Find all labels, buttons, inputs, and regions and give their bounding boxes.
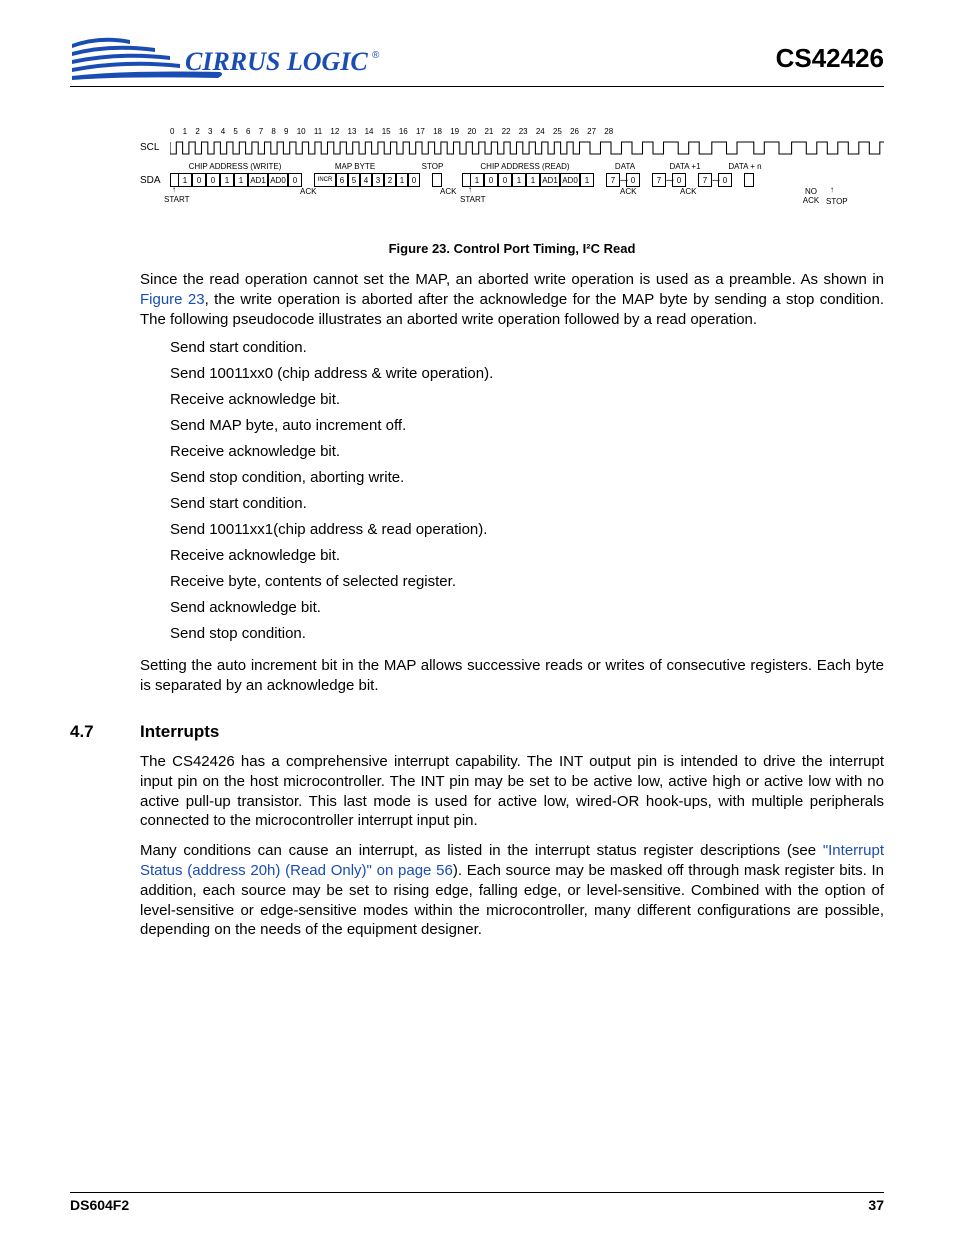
company-logo: CIRRUS LOGIC ® — [70, 30, 380, 86]
sda-label: SDA — [140, 175, 170, 186]
pseudo-step: Send 10011xx1(chip address & read operat… — [170, 521, 884, 538]
part-number: CS42426 — [776, 43, 884, 74]
section-heading: 4.7 Interrupts — [70, 722, 884, 742]
page-header: CIRRUS LOGIC ® CS42426 — [70, 30, 884, 87]
sda-section-labels: CHIP ADDRESS (WRITE) MAP BYTE STOP CHIP … — [170, 162, 884, 171]
svg-text:®: ® — [372, 50, 380, 61]
page-footer: DS604F2 37 — [70, 1192, 884, 1213]
page-number: 37 — [868, 1197, 884, 1213]
pseudo-step: Send stop condition, aborting write. — [170, 469, 884, 486]
scl-waveform — [170, 138, 884, 156]
pseudo-step: Send stop condition. — [170, 625, 884, 642]
paragraph-interrupts-2: Many conditions can cause an interrupt, … — [140, 841, 884, 940]
section-number: 4.7 — [70, 722, 140, 742]
scl-label: SCL — [140, 142, 170, 153]
clock-tick-numbers: 0 1 2 3 4 5 6 7 8 9 10 11 12 13 14 15 16… — [170, 127, 884, 136]
link-figure-23[interactable]: Figure 23 — [140, 291, 205, 308]
pseudo-step: Receive acknowledge bit. — [170, 547, 884, 564]
pseudo-step: Receive byte, contents of selected regis… — [170, 573, 884, 590]
pseudo-step: Send start condition. — [170, 339, 884, 356]
paragraph-autoincrement: Setting the auto increment bit in the MA… — [140, 656, 884, 696]
document-id: DS604F2 — [70, 1197, 129, 1213]
pseudo-step: Send start condition. — [170, 495, 884, 512]
pseudo-step: Receive acknowledge bit. — [170, 443, 884, 460]
sda-bottom-labels: START ↑ ACK ACK ↑ START ACK ACK NO ACK ↑… — [170, 187, 884, 209]
figure-23-timing-diagram: 0 1 2 3 4 5 6 7 8 9 10 11 12 13 14 15 16… — [140, 127, 884, 256]
pseudo-step: Send 10011xx0 (chip address & write oper… — [170, 365, 884, 382]
paragraph-interrupts-1: The CS42426 has a comprehensive interrup… — [140, 752, 884, 831]
pseudocode-list: Send start condition. Send 10011xx0 (chi… — [170, 339, 884, 642]
pseudo-step: Receive acknowledge bit. — [170, 391, 884, 408]
figure-caption: Figure 23. Control Port Timing, I²C Read — [140, 241, 884, 256]
pseudo-step: Send acknowledge bit. — [170, 599, 884, 616]
section-title: Interrupts — [140, 722, 219, 742]
pseudo-step: Send MAP byte, auto increment off. — [170, 417, 884, 434]
logo-text: CIRRUS LOGIC — [185, 47, 368, 76]
paragraph-read-preamble: Since the read operation cannot set the … — [140, 270, 884, 329]
sda-bit-boxes: 1 0 0 1 1 AD1 AD0 0 INCR 6 5 4 3 2 1 0 — [170, 173, 754, 187]
